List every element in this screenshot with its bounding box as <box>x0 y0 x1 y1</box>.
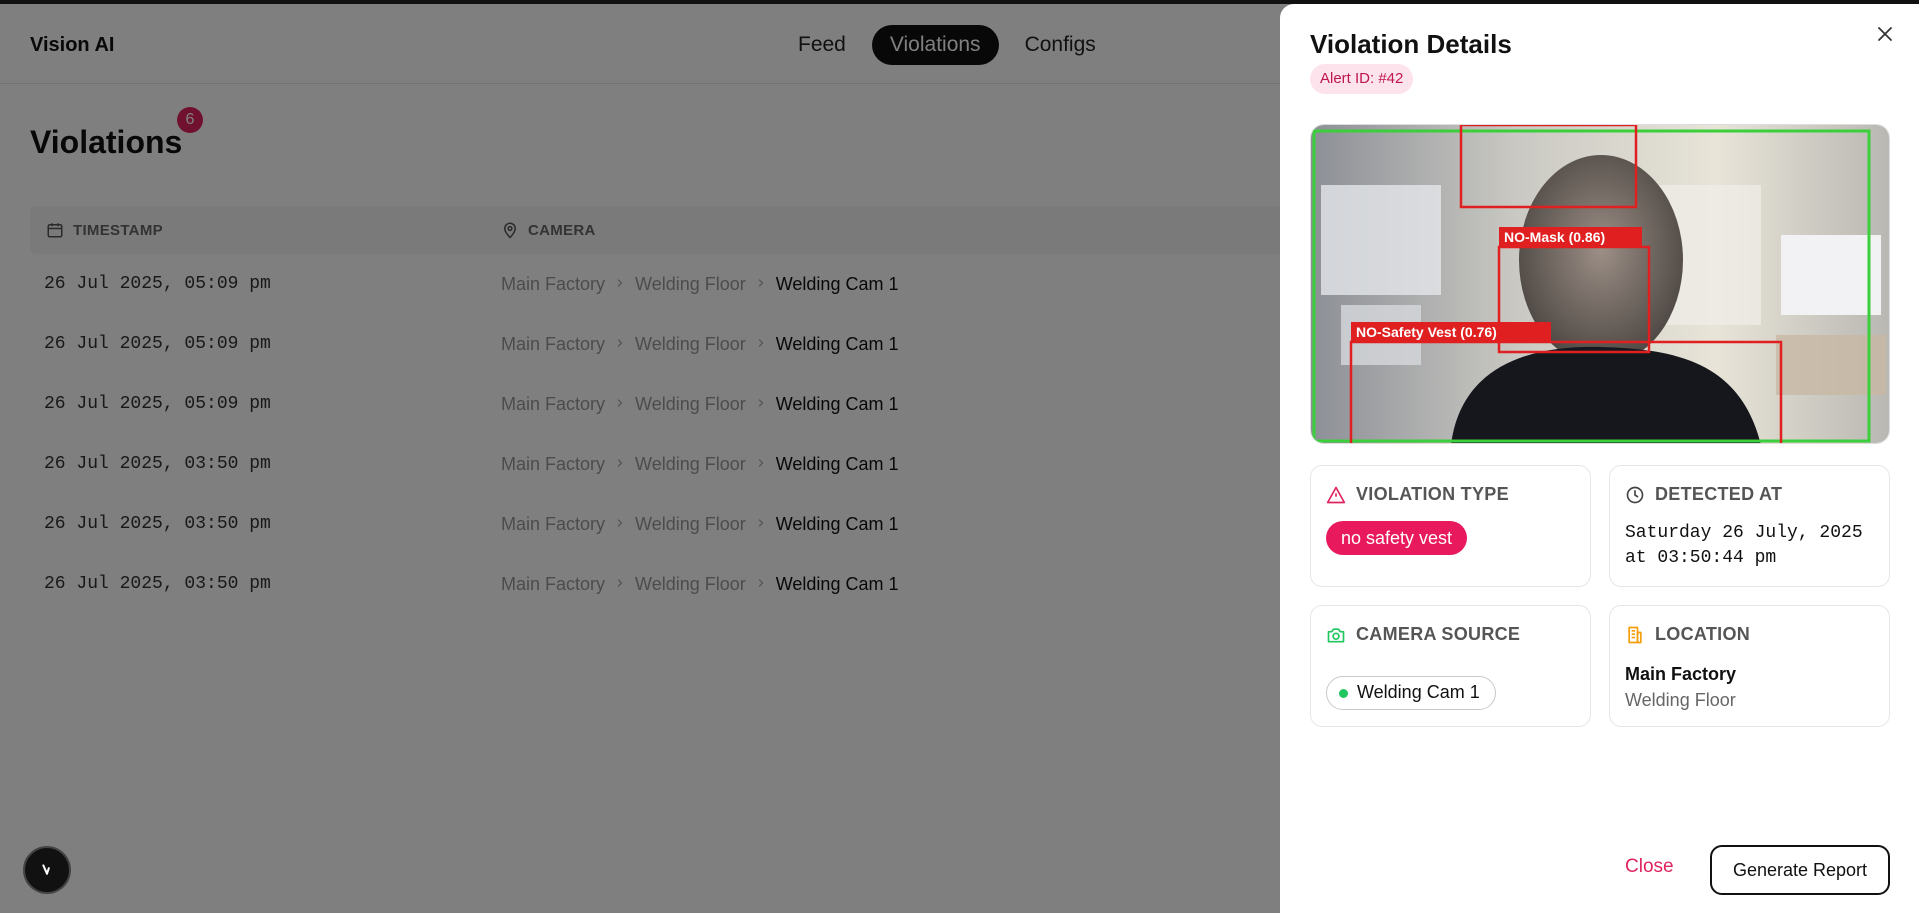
violation-type-card: VIOLATION TYPE no safety vest <box>1310 465 1591 587</box>
camera-source-header: CAMERA SOURCE <box>1326 624 1520 645</box>
violation-snapshot: NO-Mask (0.86) NO-Safety Vest (0.76) <box>1310 124 1890 444</box>
violation-type-badge: no safety vest <box>1326 521 1468 555</box>
camera-icon <box>1327 627 1345 642</box>
location-card: LOCATION Main Factory Welding Floor <box>1609 605 1890 727</box>
camera-source-chip[interactable]: Welding Cam 1 <box>1326 676 1496 710</box>
detected-at-value: Saturday 26 July, 2025 at 03:50:44 pm <box>1625 521 1863 571</box>
snapshot-image: NO-Mask (0.86) NO-Safety Vest (0.76) <box>1311 125 1889 443</box>
clock-icon <box>1626 486 1644 503</box>
building-icon <box>1628 626 1642 643</box>
close-button[interactable]: Close <box>1625 856 1674 878</box>
drawer-title: Violation Details <box>1310 29 1512 59</box>
location-label: LOCATION <box>1655 624 1751 644</box>
clock-hand-icon <box>42 864 50 875</box>
location-sub: Welding Floor <box>1625 690 1736 710</box>
generate-report-button[interactable]: Generate Report <box>1710 845 1890 895</box>
camera-source-card: CAMERA SOURCE Welding Cam 1 <box>1310 605 1591 727</box>
detected-at-card: DETECTED AT Saturday 26 July, 2025 at 03… <box>1609 465 1890 587</box>
detection-label-mask: NO-Mask (0.86) <box>1504 229 1605 245</box>
detection-label-vest: NO-Safety Vest (0.76) <box>1356 324 1497 340</box>
detected-at-label: DETECTED AT <box>1655 484 1783 504</box>
detected-at-header: DETECTED AT <box>1625 484 1782 505</box>
live-status-dot <box>1339 689 1348 698</box>
violation-type-header: VIOLATION TYPE <box>1326 484 1509 505</box>
alert-id-badge: Alert ID: #42 <box>1310 64 1414 94</box>
camera-source-label: CAMERA SOURCE <box>1356 624 1521 644</box>
violation-type-label: VIOLATION TYPE <box>1356 484 1509 504</box>
location-main: Main Factory <box>1625 664 1737 684</box>
location-header: LOCATION <box>1625 624 1750 645</box>
detected-at-time: at 03:50:44 pm <box>1625 548 1777 568</box>
camera-source-value: Welding Cam 1 <box>1357 682 1480 702</box>
alert-triangle-icon <box>1326 486 1346 503</box>
violation-details-drawer: Violation Details Alert ID: #42 NO-Mask … <box>1280 4 1919 913</box>
close-icon[interactable] <box>1873 22 1897 46</box>
detected-at-date: Saturday 26 July, 2025 <box>1625 523 1863 543</box>
floating-action-button[interactable] <box>23 846 71 894</box>
